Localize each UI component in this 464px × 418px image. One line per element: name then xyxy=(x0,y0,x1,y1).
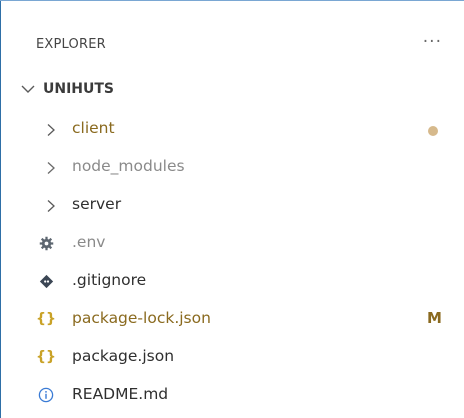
tree-item-label: .env xyxy=(72,233,106,251)
more-actions-icon[interactable]: ··· xyxy=(423,32,442,52)
info-icon xyxy=(36,386,56,404)
panel-top-border xyxy=(0,0,464,1)
tree-item-gitignore[interactable]: .gitignore xyxy=(0,263,464,300)
chevron-right-icon xyxy=(47,200,55,212)
tree-item-server[interactable]: server xyxy=(0,187,464,224)
workspace-folder-title: UNIHUTS xyxy=(43,81,115,97)
tree-item-package-lock-json[interactable]: {} package-lock.json M xyxy=(0,301,464,338)
tree-item-package-json[interactable]: {} package.json xyxy=(0,339,464,376)
chevron-right-icon xyxy=(47,124,55,136)
git-status-badge: M xyxy=(427,309,442,327)
tree-item-label: node_modules xyxy=(72,157,185,175)
tree-item-label: README.md xyxy=(72,385,169,403)
tree-item-env[interactable]: .env xyxy=(0,225,464,262)
tree-item-label: client xyxy=(72,119,115,137)
tree-item-client[interactable]: client xyxy=(0,111,464,148)
tree-item-label: server xyxy=(72,195,122,213)
explorer-panel: EXPLORER ··· UNIHUTS client node_modules… xyxy=(0,0,464,418)
chevron-right-icon xyxy=(47,162,55,174)
tree-item-node-modules[interactable]: node_modules xyxy=(0,149,464,186)
chevron-down-icon xyxy=(21,85,35,93)
tree-item-label: package.json xyxy=(72,347,175,365)
gear-icon xyxy=(36,234,56,252)
workspace-folder-header[interactable]: UNIHUTS xyxy=(0,72,464,110)
tree-item-readme-md[interactable]: README.md xyxy=(0,377,464,414)
explorer-title: EXPLORER xyxy=(36,37,106,52)
tree-item-label: .gitignore xyxy=(72,271,147,289)
explorer-header: EXPLORER ··· xyxy=(0,24,464,68)
modified-dot-icon xyxy=(428,126,438,136)
json-icon: {} xyxy=(36,349,56,365)
json-icon: {} xyxy=(36,311,56,327)
git-icon xyxy=(36,272,56,290)
tree-item-label: package-lock.json xyxy=(72,309,211,327)
